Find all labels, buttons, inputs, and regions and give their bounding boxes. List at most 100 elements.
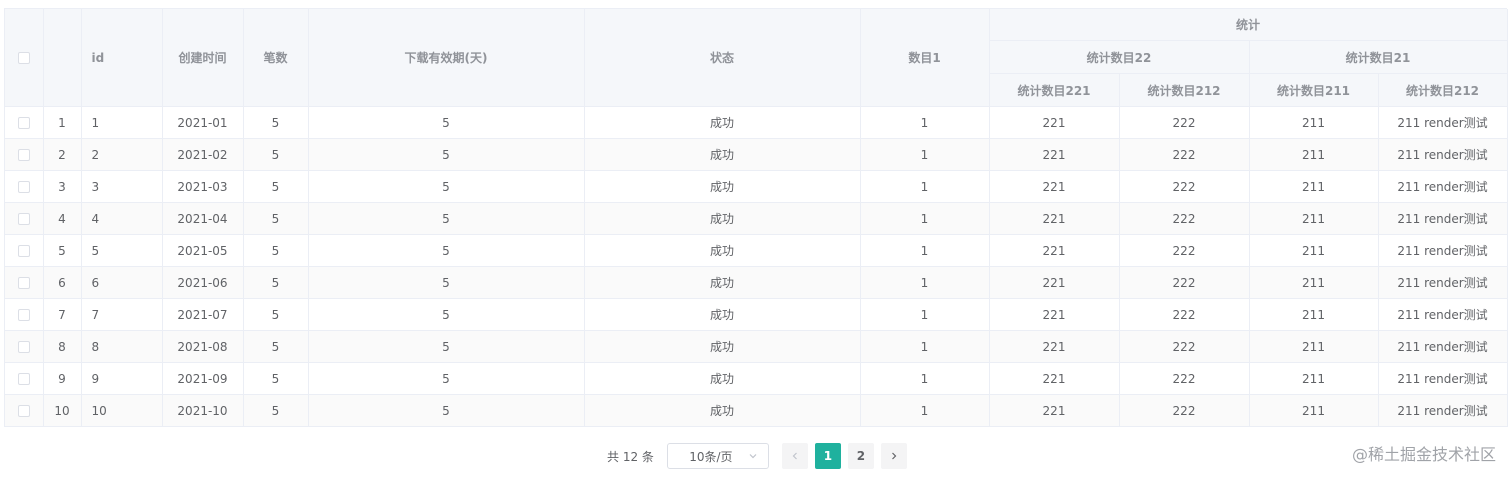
select-all-cell[interactable] <box>5 9 44 107</box>
cell-num1: 1 <box>860 330 990 363</box>
cell-stats221: 221 <box>989 394 1120 427</box>
header-stats211: 统计数目211 <box>1249 73 1379 107</box>
cell-count: 5 <box>243 138 309 171</box>
cell-stats221: 221 <box>989 330 1120 363</box>
row-index: 9 <box>43 362 82 395</box>
header-status: 状态 <box>584 9 861 107</box>
cell-created: 2021-04 <box>162 202 244 235</box>
header-stats: 统计 <box>989 9 1508 41</box>
cell-stats221: 221 <box>989 138 1120 171</box>
chevron-down-icon <box>749 454 757 459</box>
cell-stats222: 222 <box>1119 298 1250 331</box>
row-index: 1 <box>43 106 82 139</box>
header-created: 创建时间 <box>162 9 244 107</box>
cell-id: 2 <box>81 138 163 171</box>
cell-stats212: 211 render测试 <box>1378 362 1508 395</box>
cell-stats221: 221 <box>989 106 1120 139</box>
table-row: 1 1 2021-01 5 5 成功 1 221 222 211 211 render测试 <box>5 106 1508 139</box>
row-index: 5 <box>43 234 82 267</box>
table-row: 4 4 2021-04 5 5 成功 1 221 222 211 211 render测试 <box>5 202 1508 235</box>
cell-stats221: 221 <box>989 234 1120 267</box>
row-checkbox[interactable] <box>17 181 30 193</box>
row-checkbox-cell[interactable] <box>5 202 44 235</box>
cell-stats222: 222 <box>1119 362 1250 395</box>
row-checkbox-cell[interactable] <box>5 138 44 171</box>
row-checkbox[interactable] <box>17 245 30 257</box>
header-stats212: 统计数目212 <box>1378 73 1508 107</box>
row-checkbox[interactable] <box>17 149 30 161</box>
row-checkbox[interactable] <box>17 405 30 417</box>
cell-stats222: 222 <box>1119 266 1250 299</box>
row-checkbox[interactable] <box>17 309 30 321</box>
cell-status: 成功 <box>584 202 861 235</box>
row-checkbox[interactable] <box>17 117 30 129</box>
cell-download-valid: 5 <box>308 298 585 331</box>
index-header <box>43 9 82 107</box>
table-row: 2 2 2021-02 5 5 成功 1 221 222 211 211 render测试 <box>5 138 1508 171</box>
cell-download-valid: 5 <box>308 234 585 267</box>
row-checkbox-cell[interactable] <box>5 170 44 203</box>
page-size-select[interactable]: 10条/页 <box>666 443 769 469</box>
cell-num1: 1 <box>860 394 990 427</box>
row-checkbox[interactable] <box>17 213 30 225</box>
cell-status: 成功 <box>584 266 861 299</box>
cell-status: 成功 <box>584 362 861 395</box>
cell-id: 9 <box>81 362 163 395</box>
table-row: 7 7 2021-07 5 5 成功 1 221 222 211 211 render测试 <box>5 298 1508 331</box>
prev-page-button[interactable] <box>781 443 808 469</box>
cell-stats211: 211 <box>1249 138 1379 171</box>
cell-stats221: 221 <box>989 362 1120 395</box>
row-checkbox-cell[interactable] <box>5 234 44 267</box>
cell-stats222: 222 <box>1119 138 1250 171</box>
cell-created: 2021-10 <box>162 394 244 427</box>
row-checkbox-cell[interactable] <box>5 394 44 427</box>
header-stats222: 统计数目212 <box>1119 73 1250 107</box>
cell-stats212: 211 render测试 <box>1378 330 1508 363</box>
cell-id: 8 <box>81 330 163 363</box>
row-index: 4 <box>43 202 82 235</box>
header-stats221: 统计数目221 <box>989 73 1120 107</box>
cell-status: 成功 <box>584 394 861 427</box>
page-button-1[interactable]: 1 <box>814 443 841 469</box>
table-row: 5 5 2021-05 5 5 成功 1 221 222 211 211 render测试 <box>5 234 1508 267</box>
cell-stats221: 221 <box>989 170 1120 203</box>
cell-stats211: 211 <box>1249 394 1379 427</box>
cell-status: 成功 <box>584 298 861 331</box>
row-checkbox-cell[interactable] <box>5 298 44 331</box>
row-index: 7 <box>43 298 82 331</box>
row-index: 3 <box>43 170 82 203</box>
header-stats22: 统计数目22 <box>989 40 1250 74</box>
cell-created: 2021-03 <box>162 170 244 203</box>
cell-created: 2021-02 <box>162 138 244 171</box>
header-num1: 数目1 <box>860 9 990 107</box>
next-page-button[interactable] <box>880 443 907 469</box>
cell-count: 5 <box>243 266 309 299</box>
select-all-checkbox[interactable] <box>17 52 30 64</box>
cell-stats212: 211 render测试 <box>1378 266 1508 299</box>
row-checkbox[interactable] <box>17 373 30 385</box>
page-button-2[interactable]: 2 <box>847 443 874 469</box>
row-index: 10 <box>43 394 82 427</box>
cell-num1: 1 <box>860 106 990 139</box>
cell-stats212: 211 render测试 <box>1378 394 1508 427</box>
cell-stats222: 222 <box>1119 106 1250 139</box>
row-checkbox-cell[interactable] <box>5 362 44 395</box>
cell-download-valid: 5 <box>308 138 585 171</box>
cell-num1: 1 <box>860 266 990 299</box>
cell-num1: 1 <box>860 298 990 331</box>
table-row: 3 3 2021-03 5 5 成功 1 221 222 211 211 render测试 <box>5 170 1508 203</box>
row-checkbox[interactable] <box>17 341 30 353</box>
row-checkbox[interactable] <box>17 277 30 289</box>
chevron-left-icon <box>792 452 797 460</box>
row-index: 6 <box>43 266 82 299</box>
cell-created: 2021-01 <box>162 106 244 139</box>
cell-stats212: 211 render测试 <box>1378 234 1508 267</box>
row-checkbox-cell[interactable] <box>5 266 44 299</box>
cell-download-valid: 5 <box>308 266 585 299</box>
row-checkbox-cell[interactable] <box>5 106 44 139</box>
row-checkbox-cell[interactable] <box>5 330 44 363</box>
cell-id: 5 <box>81 234 163 267</box>
data-table: id 创建时间 笔数 下载有效期(天) 状态 数目1 统计 统计数目22 统计数… <box>4 8 1508 427</box>
cell-count: 5 <box>243 330 309 363</box>
header-count: 笔数 <box>243 9 309 107</box>
